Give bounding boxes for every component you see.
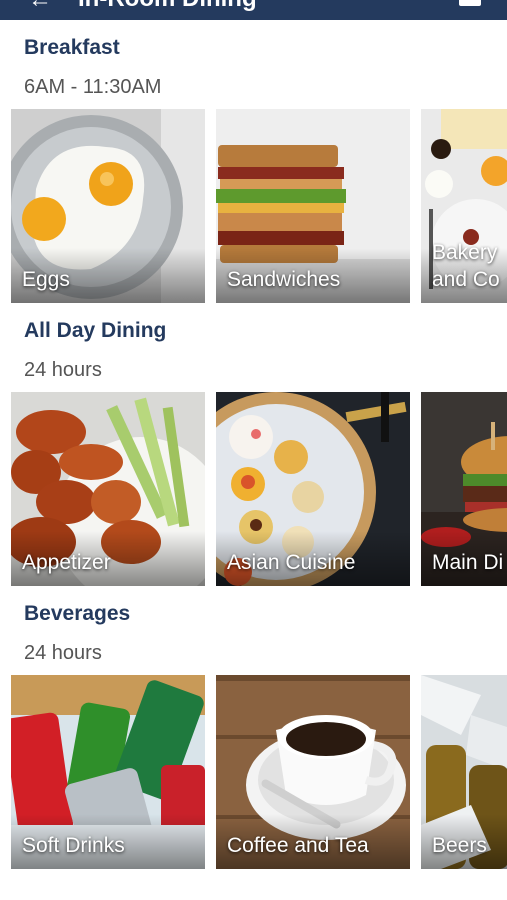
- back-arrow-icon[interactable]: ←: [28, 0, 52, 14]
- tile-label: Coffee and Tea: [227, 834, 369, 857]
- tile-label: Sandwiches: [227, 268, 341, 291]
- category-tile-main-dish[interactable]: Main Di: [421, 392, 507, 586]
- section-title: Breakfast: [24, 36, 120, 59]
- category-tile-asian-cuisine[interactable]: Asian Cuisine: [216, 392, 410, 586]
- tile-label: Bakery and Co: [432, 241, 500, 291]
- category-tile-eggs[interactable]: Eggs: [11, 109, 205, 303]
- tile-label: Appetizer: [22, 551, 111, 574]
- tile-label: Main Di: [432, 551, 504, 574]
- section-title: All Day Dining: [24, 319, 167, 342]
- page-title: In-Room Dining: [78, 0, 257, 13]
- category-row: Eggs Sandwiches Bakery and Co: [11, 109, 507, 303]
- section-hours: 24 hours: [24, 359, 102, 381]
- category-tile-coffee-tea[interactable]: Coffee and Tea: [216, 675, 410, 869]
- section-hours: 24 hours: [24, 642, 102, 664]
- category-tile-appetizer[interactable]: Appetizer: [11, 392, 205, 586]
- tile-label: Asian Cuisine: [227, 551, 356, 574]
- tile-label: Beers: [432, 834, 487, 857]
- section-title: Beverages: [24, 602, 131, 625]
- category-tile-soft-drinks[interactable]: Soft Drinks: [11, 675, 205, 869]
- tile-label: Soft Drinks: [22, 834, 125, 857]
- category-tile-bakery[interactable]: Bakery and Co: [421, 109, 507, 303]
- category-row: Soft Drinks Coffee and Tea Beers: [11, 675, 507, 869]
- category-row: Appetizer Asian Cuisine Main Di: [11, 392, 507, 586]
- top-nav-bar: ← In-Room Dining: [0, 0, 507, 20]
- section-hours: 6AM - 11:30AM: [24, 76, 162, 98]
- category-tile-beers[interactable]: Beers: [421, 675, 507, 869]
- tile-label: Eggs: [22, 268, 70, 291]
- cart-icon[interactable]: [459, 0, 481, 6]
- category-tile-sandwiches[interactable]: Sandwiches: [216, 109, 410, 303]
